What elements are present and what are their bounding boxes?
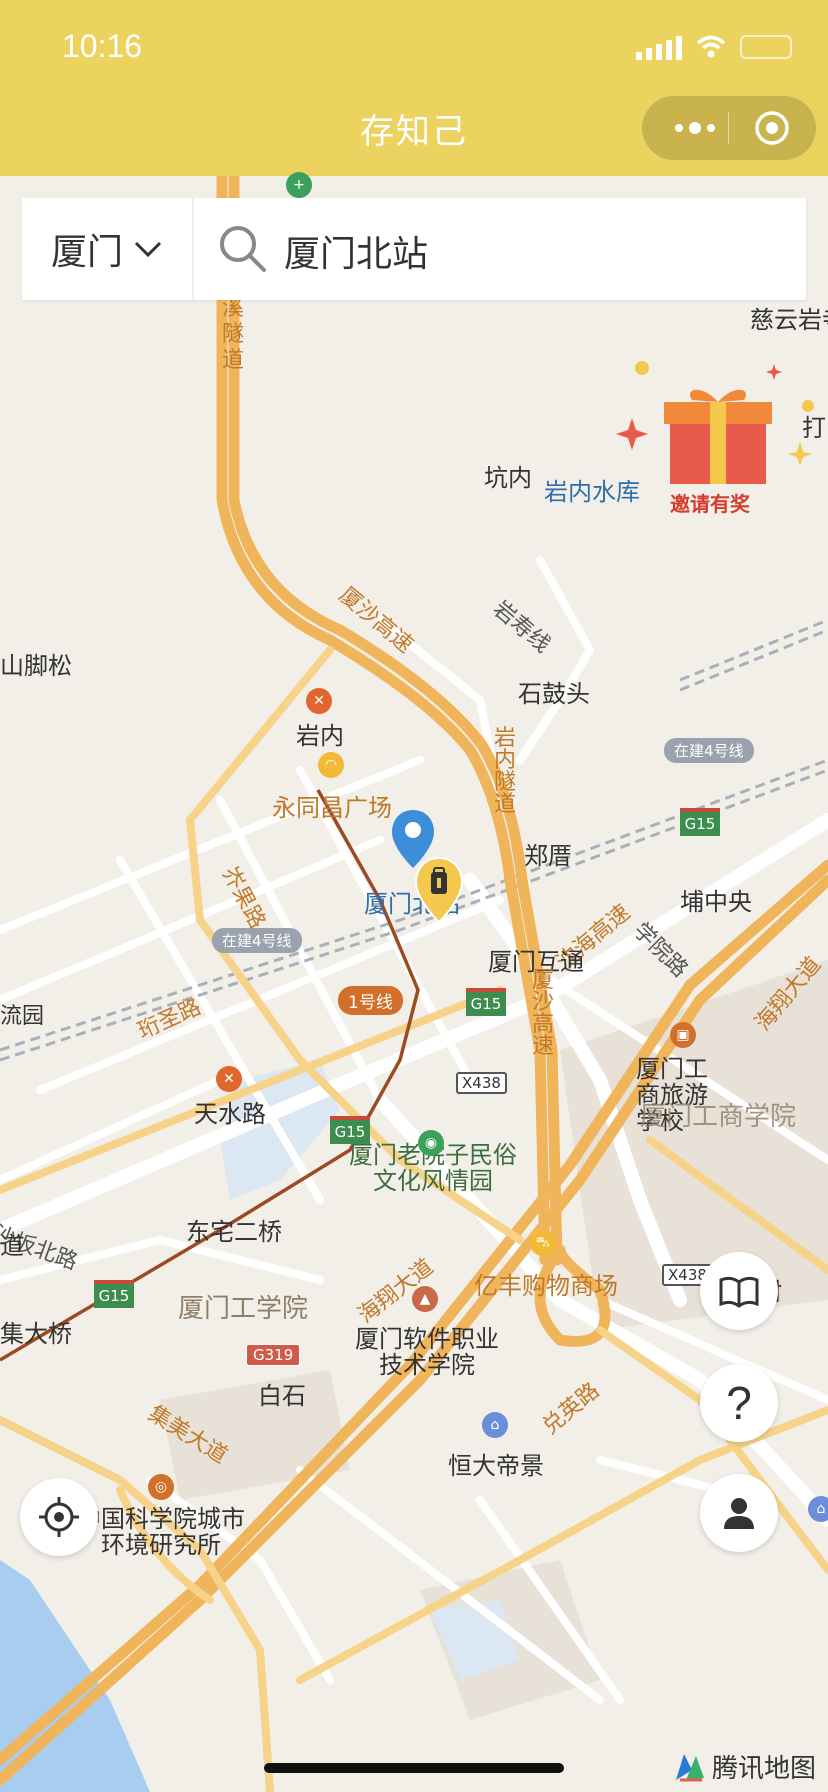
top-header: 10:16 存知己 (0, 0, 828, 176)
search-input[interactable]: 厦门北站 (284, 225, 428, 277)
label-jida-bridge: 集大桥 (0, 1320, 72, 1348)
residence-icon[interactable]: ⌂ (482, 1412, 508, 1438)
label-rail-line4-a: 在建4号线 (664, 738, 754, 763)
label-yongtongchang-plaza: 永同昌广场 (272, 794, 392, 822)
search-bar[interactable]: 厦门 厦门北站 (22, 198, 806, 300)
more-icon[interactable] (664, 114, 726, 142)
label-rail-line4-b: 在建4号线 (212, 928, 302, 953)
label-yannei: 岩内 (296, 722, 344, 750)
city-label: 厦门 (50, 232, 123, 273)
wifi-icon (696, 35, 726, 58)
label-xiamen-ut: 厦门工学院 (178, 1294, 309, 1324)
status-time: 10:16 (62, 28, 143, 64)
shield-g15-d: G15 (94, 1280, 134, 1308)
cellular-signal-icon (636, 34, 682, 60)
shield-g15-a: G15 (680, 808, 720, 836)
label-buzhongyang: 埔中央 (680, 888, 752, 916)
shield-g15-c: G15 (330, 1116, 370, 1144)
label-dongzhai-bridge: 东宅二桥 (186, 1218, 282, 1246)
college-icon[interactable]: ▲ (412, 1286, 438, 1312)
label-xiasha-expressway-2: 厦沙高速 (532, 968, 555, 1059)
label-cas-institute: 中国科学院城市环境研究所 (77, 1505, 245, 1559)
label-yannei-tunnel: 岩内隧道 (494, 726, 517, 817)
school-icon[interactable]: ▣ (670, 1022, 696, 1048)
close-target-icon[interactable] (752, 108, 792, 148)
label-metro-line1: 1号线 (338, 986, 403, 1015)
shopping-icon[interactable]: ◠ (318, 752, 344, 778)
profile-button[interactable] (700, 1474, 778, 1552)
chevron-down-icon (134, 241, 162, 258)
map-attribution: 腾讯地图 (672, 1748, 816, 1785)
metro-station-icon[interactable]: ✕ (306, 688, 332, 714)
label-tianshui-road: 天水路 (194, 1100, 266, 1128)
user-icon (724, 1498, 754, 1529)
label-xi-tunnel: 溪隧道 (222, 296, 245, 373)
label-hengda-dijing: 恒大帝景 (448, 1452, 544, 1480)
label-x438-a: X438 (456, 1072, 507, 1094)
question-icon: ? (726, 1377, 752, 1429)
home-indicator (264, 1763, 564, 1773)
crosshair-icon (39, 1497, 79, 1537)
metro-station-icon[interactable]: ✕ (216, 1066, 242, 1092)
invite-label: 邀请有奖 (670, 492, 750, 516)
cart-icon[interactable]: ⛍ (530, 1230, 556, 1256)
city-selector[interactable]: 厦门 (22, 198, 194, 300)
label-shanjiaosong: 山脚松 (0, 652, 72, 680)
label-kengnei: 坑内 (484, 464, 532, 492)
label-dao: 道 (0, 1232, 24, 1260)
label-liuyuan: 流园 (0, 1004, 45, 1029)
locker-marker-icon[interactable] (414, 856, 464, 926)
attribution-text: 腾讯地图 (712, 1754, 817, 1784)
locate-me-button[interactable] (20, 1478, 98, 1556)
label-software-college: 厦门软件职业技术学院 (355, 1325, 499, 1379)
institute-icon[interactable]: ◎ (148, 1474, 174, 1500)
book-icon (719, 1276, 759, 1308)
mini-program-capsule (642, 96, 816, 160)
label-gongshang-college: 厦门工商学院 (640, 1102, 797, 1132)
hospital-icon[interactable]: + (286, 172, 312, 198)
camera-icon[interactable]: ◉ (418, 1130, 444, 1156)
residence-icon[interactable]: ⌂ (808, 1496, 828, 1522)
tencent-map-logo-icon (676, 1753, 704, 1781)
battery-icon (740, 35, 792, 59)
guide-button[interactable] (700, 1252, 778, 1330)
label-shigutou: 石鼓头 (518, 680, 590, 708)
help-button[interactable]: ? (700, 1364, 778, 1442)
label-zhengcuo: 郑厝 (524, 842, 572, 870)
capsule-divider (728, 112, 729, 144)
shield-g15-b: G15 (466, 988, 506, 1016)
search-icon (220, 226, 266, 272)
invite-gift-button[interactable]: 邀请有奖 (614, 358, 814, 523)
status-icons (636, 34, 792, 60)
label-baishi: 白石 (258, 1382, 306, 1410)
label-yifeng-mall: 亿丰购物商场 (474, 1272, 618, 1300)
label-ciyun-temple: 慈云岩寺 (750, 306, 828, 334)
shield-g319: G319 (246, 1344, 301, 1366)
